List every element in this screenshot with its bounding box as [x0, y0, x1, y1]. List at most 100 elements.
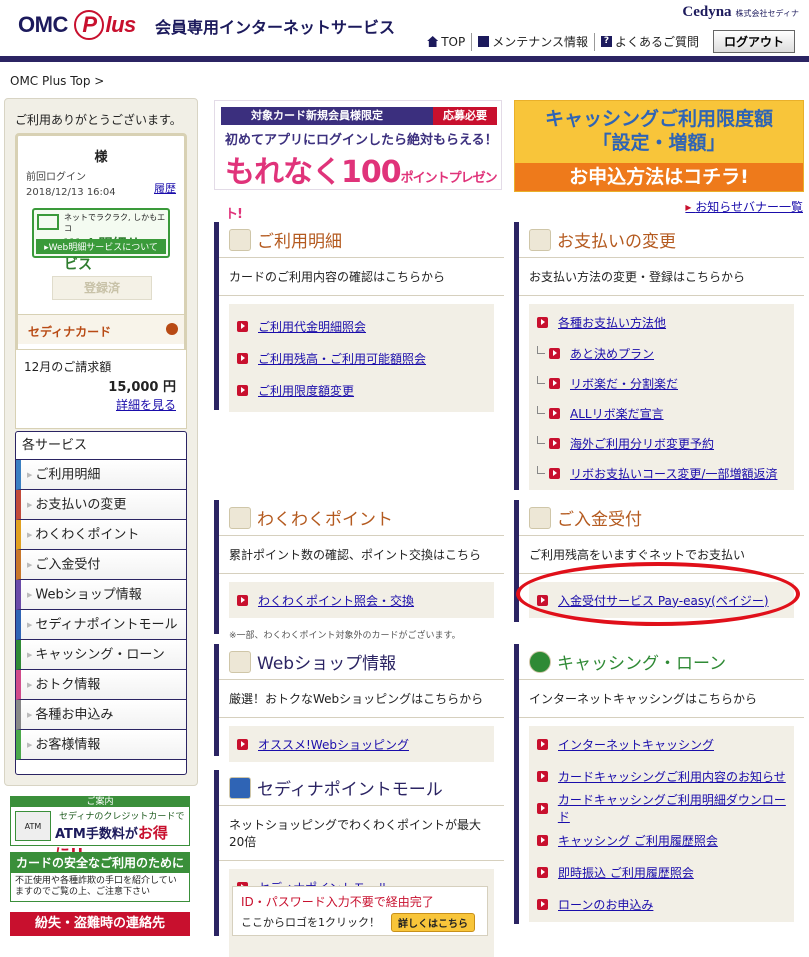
- panel-link[interactable]: ご利用残高・ご利用可能額照会: [229, 342, 494, 374]
- lost-contact-banner[interactable]: 紛失・盗難時の連絡先: [10, 912, 190, 936]
- app-top: 対象カード新規会員様限定: [251, 109, 383, 122]
- info-icon: [478, 36, 490, 47]
- panel-link[interactable]: カードキャッシングご利用明細ダウンロード: [529, 792, 794, 824]
- panel-links: わくわくポイント照会・交換: [229, 582, 494, 618]
- arrow-icon: [237, 320, 248, 332]
- billing-box: 12月のご請求額 15,000 円 詳細を見る: [15, 349, 187, 429]
- sidebar-service-item[interactable]: お支払いの変更: [16, 490, 186, 520]
- panel-link[interactable]: インターネットキャッシング: [529, 728, 794, 760]
- sidebar-service-item[interactable]: ご入金受付: [16, 550, 186, 580]
- globe-icon: [529, 650, 551, 673]
- safety-banner[interactable]: カードの安全なご利用のために 不正使用や各種詐欺の手口を紹介していますのでご覧の…: [10, 852, 190, 902]
- panel-link[interactable]: わくわくポイント照会・交換: [229, 584, 494, 616]
- cedyna-logo: Cedyna 株式会社セディナ: [682, 4, 799, 21]
- sidebar-service-item[interactable]: キャッシング・ローン: [16, 640, 186, 670]
- panel-title-text: お支払いの変更: [557, 232, 676, 252]
- nav-faq[interactable]: ? よくあるご質問: [595, 33, 705, 51]
- notice-banner-list-link[interactable]: お知らせバナー一覧: [685, 198, 803, 215]
- panel-desc: インターネットキャッシングはこちらから: [519, 680, 804, 718]
- nav-label: メンテナンス情報: [492, 35, 588, 49]
- yen-icon: [529, 506, 551, 529]
- panel-desc: お支払い方法の変更・登録はこちらから: [519, 258, 804, 296]
- arrow-icon: [237, 594, 248, 606]
- panel-link-text: カードキャッシングご利用明細ダウンロード: [557, 793, 786, 824]
- tree-branch-icon: [537, 346, 545, 354]
- safety-title: カードの安全なご利用のために: [11, 853, 189, 873]
- panel-link-text: あと決めプラン: [570, 346, 655, 361]
- panel-link[interactable]: カードキャッシングご利用内容のお知らせ: [529, 760, 794, 792]
- card-select[interactable]: セディナカード: [18, 314, 184, 344]
- panel-sublink[interactable]: 海外ご利用分リボ変更予約: [529, 428, 794, 458]
- coin-icon: [229, 506, 251, 529]
- panel-link[interactable]: 即時振込 ご利用履歴照会: [529, 856, 794, 888]
- panel-link-text: ローンのお申込み: [558, 897, 654, 912]
- nav-label: よくあるご質問: [614, 35, 699, 49]
- panel-sublink[interactable]: あと決めプラン: [529, 338, 794, 368]
- panel-desc: 厳選！おトクなWebショッピングはこちらから: [219, 680, 504, 718]
- logo-p: P: [74, 10, 105, 40]
- omc-plus-logo[interactable]: OMC Plus: [18, 10, 136, 40]
- tree-branch-icon: [537, 406, 545, 414]
- app-campaign-banner[interactable]: 対象カード新規会員様限定 応募必要 初めてアプリにログインしたら絶対もらえる！ も…: [214, 100, 502, 222]
- atm-line1: セディナのクレジットカードで: [59, 812, 185, 822]
- panel-link-text: リボ楽だ・分割楽だ: [570, 376, 679, 391]
- panel-title: ご利用明細: [219, 222, 504, 258]
- card-name: セディナカード: [28, 325, 112, 339]
- web-statement-banner[interactable]: ネットでラクラク, しかもエコ Web明細サービス ▸Web明細サービスについて: [32, 208, 170, 273]
- arrow-icon: [549, 407, 560, 419]
- chevron-down-icon: [166, 323, 178, 335]
- panel-desc: ネットショッピングでわくわくポイントが最大20倍: [219, 806, 504, 861]
- last-login-time: 2018/12/13 16:04: [26, 187, 116, 198]
- atm-fee-banner[interactable]: ご案内 ATM セディナのクレジットカードで ATM手数料がお得に!!: [10, 796, 190, 863]
- sidebar-service-item[interactable]: セディナポイントモール: [16, 610, 186, 640]
- cashing-limit-banner[interactable]: キャッシングご利用限度額 「設定・増額」 お申込方法はコチラ!: [514, 100, 804, 192]
- user-box: 様 前回ログイン 2018/12/13 16:04 履歴 ネットでラクラク, しか…: [15, 133, 187, 357]
- top-nav: TOP メンテナンス情報 ? よくあるご質問 ログアウト: [421, 30, 795, 53]
- panel-link[interactable]: ローンのお申込み: [529, 888, 794, 920]
- history-link[interactable]: 履歴: [154, 180, 176, 196]
- panel-link-text: ALLリボ楽だ宣言: [570, 406, 664, 421]
- web-statement-line1: ネットでラクラク, しかもエコ: [64, 213, 166, 233]
- sidebar-service-item[interactable]: おトク情報: [16, 670, 186, 700]
- panel-link[interactable]: ご利用代金明細照会: [229, 310, 494, 342]
- panel-link[interactable]: キャッシング ご利用履歴照会: [529, 824, 794, 856]
- panel-link-text: ご利用代金明細照会: [258, 319, 367, 334]
- panel-desc: 累計ポイント数の確認、ポイント交換はこちら: [219, 536, 504, 574]
- panel-sublink[interactable]: リボ楽だ・分割楽だ: [529, 368, 794, 398]
- sidebar-service-item[interactable]: Webショップ情報: [16, 580, 186, 610]
- safety-body: 不正使用や各種詐欺の手口を紹介していますのでご覧の上、ご注意下さい: [15, 876, 177, 897]
- nav-maintenance[interactable]: メンテナンス情報: [472, 32, 595, 51]
- web-statement-about[interactable]: ▸Web明細サービスについて: [36, 239, 166, 254]
- atm-header: ご案内: [11, 797, 189, 807]
- panel-link-text: キャッシング ご利用履歴照会: [558, 833, 718, 848]
- cash-lines: キャッシングご利用限度額 「設定・増額」: [515, 107, 803, 155]
- panel-sublink[interactable]: リボお支払いコース変更/一部増額返済: [529, 458, 794, 488]
- logout-button[interactable]: ログアウト: [712, 30, 795, 53]
- panel-title-text: ご利用明細: [257, 232, 342, 252]
- last-login-label: 前回ログイン: [26, 172, 86, 183]
- details-link[interactable]: 詳細を見る: [116, 396, 176, 413]
- arrow-icon: [237, 384, 248, 396]
- panel-link[interactable]: 各種お支払い方法他: [529, 306, 794, 338]
- panel-links: インターネットキャッシング カードキャッシングご利用内容のお知らせ カードキャッシン…: [529, 726, 794, 922]
- sidebar-service-item[interactable]: お客様情報: [16, 730, 186, 760]
- panel-link[interactable]: ご利用限度額変更: [229, 374, 494, 406]
- services-list: ご利用明細お支払いの変更わくわくポイントご入金受付Webショップ情報セディナポイ…: [16, 460, 186, 760]
- arrow-icon: [537, 802, 548, 814]
- atm-icon: ATM: [15, 811, 51, 841]
- panel-sublink[interactable]: ALLリボ楽だ宣言: [529, 398, 794, 428]
- panel-link-text: わくわくポイント照会・交換: [258, 593, 415, 608]
- pc-icon: [37, 214, 59, 230]
- cash-line2: 「設定・増額」: [592, 132, 726, 154]
- sidebar-service-item[interactable]: ご利用明細: [16, 460, 186, 490]
- detail-button[interactable]: 詳しくはこちら: [391, 913, 475, 932]
- panel-title: お支払いの変更: [519, 222, 804, 258]
- arrow-icon: [549, 377, 560, 389]
- arrow-icon: [537, 866, 548, 878]
- nav-top[interactable]: TOP: [421, 32, 473, 51]
- panel-link[interactable]: オススメ!Webショッピング: [229, 728, 494, 760]
- sidebar-service-item[interactable]: 各種お申込み: [16, 700, 186, 730]
- sidebar-service-item[interactable]: わくわくポイント: [16, 520, 186, 550]
- panel-shiharai: お支払いの変更 お支払い方法の変更・登録はこちらから 各種お支払い方法他あと決め…: [514, 222, 804, 490]
- user-honorific: 様: [94, 150, 108, 165]
